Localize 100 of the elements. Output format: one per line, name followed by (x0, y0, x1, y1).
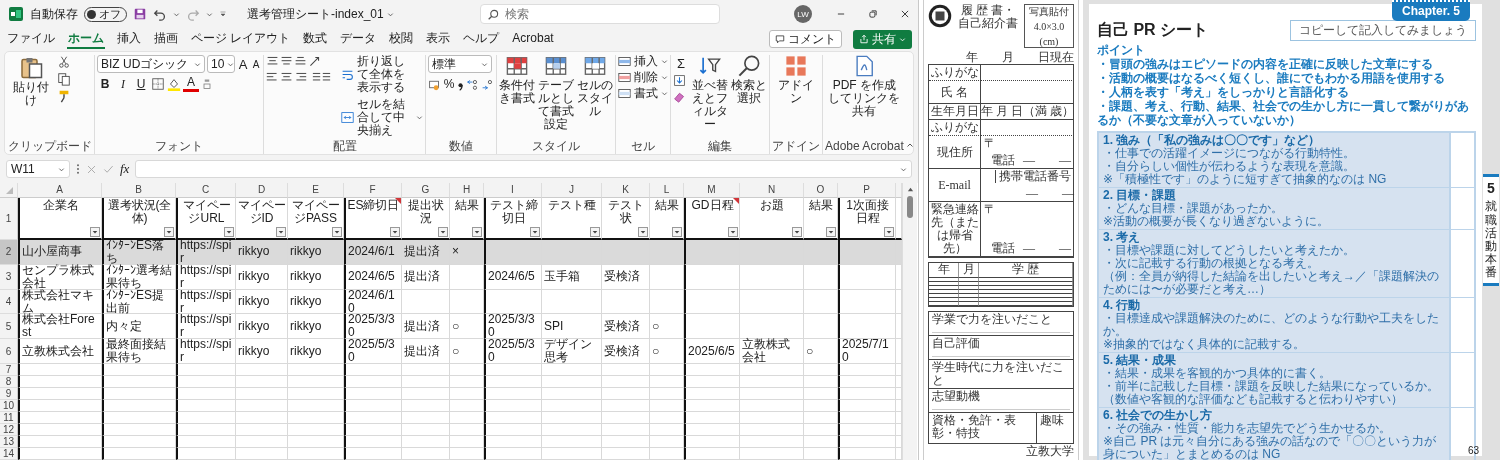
empty-cell[interactable] (450, 400, 484, 412)
empty-cell[interactable] (402, 376, 450, 388)
empty-cell[interactable] (344, 436, 402, 448)
borders-icon[interactable] (151, 77, 165, 91)
empty-cell[interactable] (102, 448, 176, 460)
empty-cell[interactable] (484, 424, 542, 436)
empty-cell[interactable] (176, 364, 236, 376)
empty-cell[interactable] (740, 314, 804, 340)
empty-cell[interactable] (288, 424, 344, 436)
empty-cell[interactable] (450, 289, 484, 315)
empty-cell[interactable] (650, 364, 684, 376)
table-cell[interactable]: 立教株式会社 (740, 339, 804, 364)
empty-cell[interactable] (684, 412, 740, 424)
empty-cell[interactable] (650, 376, 684, 388)
table-cell[interactable]: 2024/6/5 (484, 264, 542, 290)
column-letter[interactable]: F (344, 183, 402, 198)
column-letter[interactable]: E (288, 183, 344, 198)
empty-cell[interactable] (650, 264, 684, 290)
empty-cell[interactable] (344, 424, 402, 436)
empty-cell[interactable] (740, 376, 804, 388)
empty-cell[interactable] (484, 448, 542, 460)
empty-cell[interactable] (804, 364, 838, 376)
column-letter[interactable]: H (450, 183, 484, 198)
filter-button[interactable] (438, 227, 448, 237)
empty-cell[interactable] (650, 289, 684, 315)
empty-cell[interactable] (176, 376, 236, 388)
scroll-up-icon[interactable] (906, 186, 914, 193)
empty-cell[interactable] (176, 436, 236, 448)
empty-cell[interactable] (542, 424, 602, 436)
empty-cell[interactable] (838, 436, 896, 448)
table-cell[interactable]: ○ (450, 339, 484, 364)
table-cell[interactable]: rikkyo (288, 314, 344, 340)
table-cell[interactable]: 受検済 (602, 339, 650, 364)
font-name-dropdown[interactable]: BIZ UDゴシック (97, 55, 205, 73)
table-cell[interactable]: ○ (650, 339, 684, 364)
empty-cell[interactable] (344, 364, 402, 376)
phonetic-icon[interactable] (201, 78, 213, 90)
add-ins-button[interactable]: アドイン (777, 55, 815, 105)
empty-cell[interactable] (344, 412, 402, 424)
insert-cells-button[interactable]: 挿入 (618, 55, 668, 68)
table-cell[interactable]: rikkyo (236, 339, 288, 364)
underline-button[interactable]: U (133, 76, 149, 92)
empty-cell[interactable] (102, 424, 176, 436)
empty-cell[interactable] (602, 376, 650, 388)
empty-cell[interactable] (838, 376, 896, 388)
row-number[interactable]: 2 (0, 240, 18, 265)
align-left-icon[interactable] (266, 71, 279, 84)
column-letter[interactable]: C (176, 183, 236, 198)
empty-cell[interactable] (542, 448, 602, 460)
enter-icon[interactable] (103, 163, 114, 175)
empty-cell[interactable] (602, 364, 650, 376)
row-number[interactable]: 8 (0, 376, 18, 388)
insert-function-button[interactable]: fx (120, 161, 130, 177)
empty-cell[interactable] (838, 400, 896, 412)
table-cell[interactable]: 提出済 (402, 264, 450, 290)
empty-cell[interactable] (236, 400, 288, 412)
table-cell[interactable]: ○ (804, 339, 838, 364)
table-cell[interactable]: 立教株式会社 (18, 339, 102, 364)
customize-icon[interactable] (219, 10, 227, 18)
empty-cell[interactable] (838, 388, 896, 400)
empty-cell[interactable] (684, 289, 740, 315)
empty-cell[interactable] (650, 400, 684, 412)
cancel-icon[interactable] (86, 163, 97, 175)
paste-button[interactable]: 貼り付け (8, 55, 54, 107)
align-middle-icon[interactable] (280, 55, 293, 68)
empty-cell[interactable] (288, 364, 344, 376)
empty-cell[interactable] (804, 264, 838, 290)
menu-tab[interactable]: 表示 (425, 29, 452, 49)
table-cell[interactable]: 2025/5/30 (484, 339, 542, 364)
empty-cell[interactable] (450, 448, 484, 460)
close-icon[interactable] (900, 9, 910, 19)
table-cell[interactable]: rikkyo (288, 289, 344, 315)
empty-cell[interactable] (838, 424, 896, 436)
empty-cell[interactable] (602, 400, 650, 412)
table-cell[interactable]: 2025/3/30 (484, 314, 542, 340)
empty-cell[interactable] (684, 376, 740, 388)
empty-cell[interactable] (602, 424, 650, 436)
menu-tab[interactable]: ページ レイアウト (190, 29, 292, 49)
empty-cell[interactable] (650, 412, 684, 424)
empty-cell[interactable] (838, 289, 896, 315)
more-icon[interactable] (76, 163, 80, 175)
column-letter[interactable]: D (236, 183, 288, 198)
empty-cell[interactable] (542, 364, 602, 376)
align-top-icon[interactable] (266, 55, 279, 68)
empty-cell[interactable] (602, 289, 650, 315)
column-letter[interactable]: O (804, 183, 838, 198)
empty-cell[interactable] (236, 388, 288, 400)
row-number[interactable]: 3 (0, 264, 18, 290)
font-size-dropdown[interactable]: 10 (207, 55, 235, 73)
empty-cell[interactable] (684, 424, 740, 436)
filter-button[interactable] (638, 227, 648, 237)
filter-button[interactable] (390, 227, 400, 237)
empty-cell[interactable] (450, 376, 484, 388)
column-letter[interactable]: K (602, 183, 650, 198)
row-number[interactable]: 9 (0, 388, 18, 400)
scrollbar[interactable] (902, 183, 917, 460)
menu-tab[interactable]: Acrobat (511, 29, 555, 49)
format-cells-button[interactable]: 書式 (618, 87, 668, 100)
table-cell[interactable]: × (450, 240, 484, 265)
empty-cell[interactable] (838, 264, 896, 290)
